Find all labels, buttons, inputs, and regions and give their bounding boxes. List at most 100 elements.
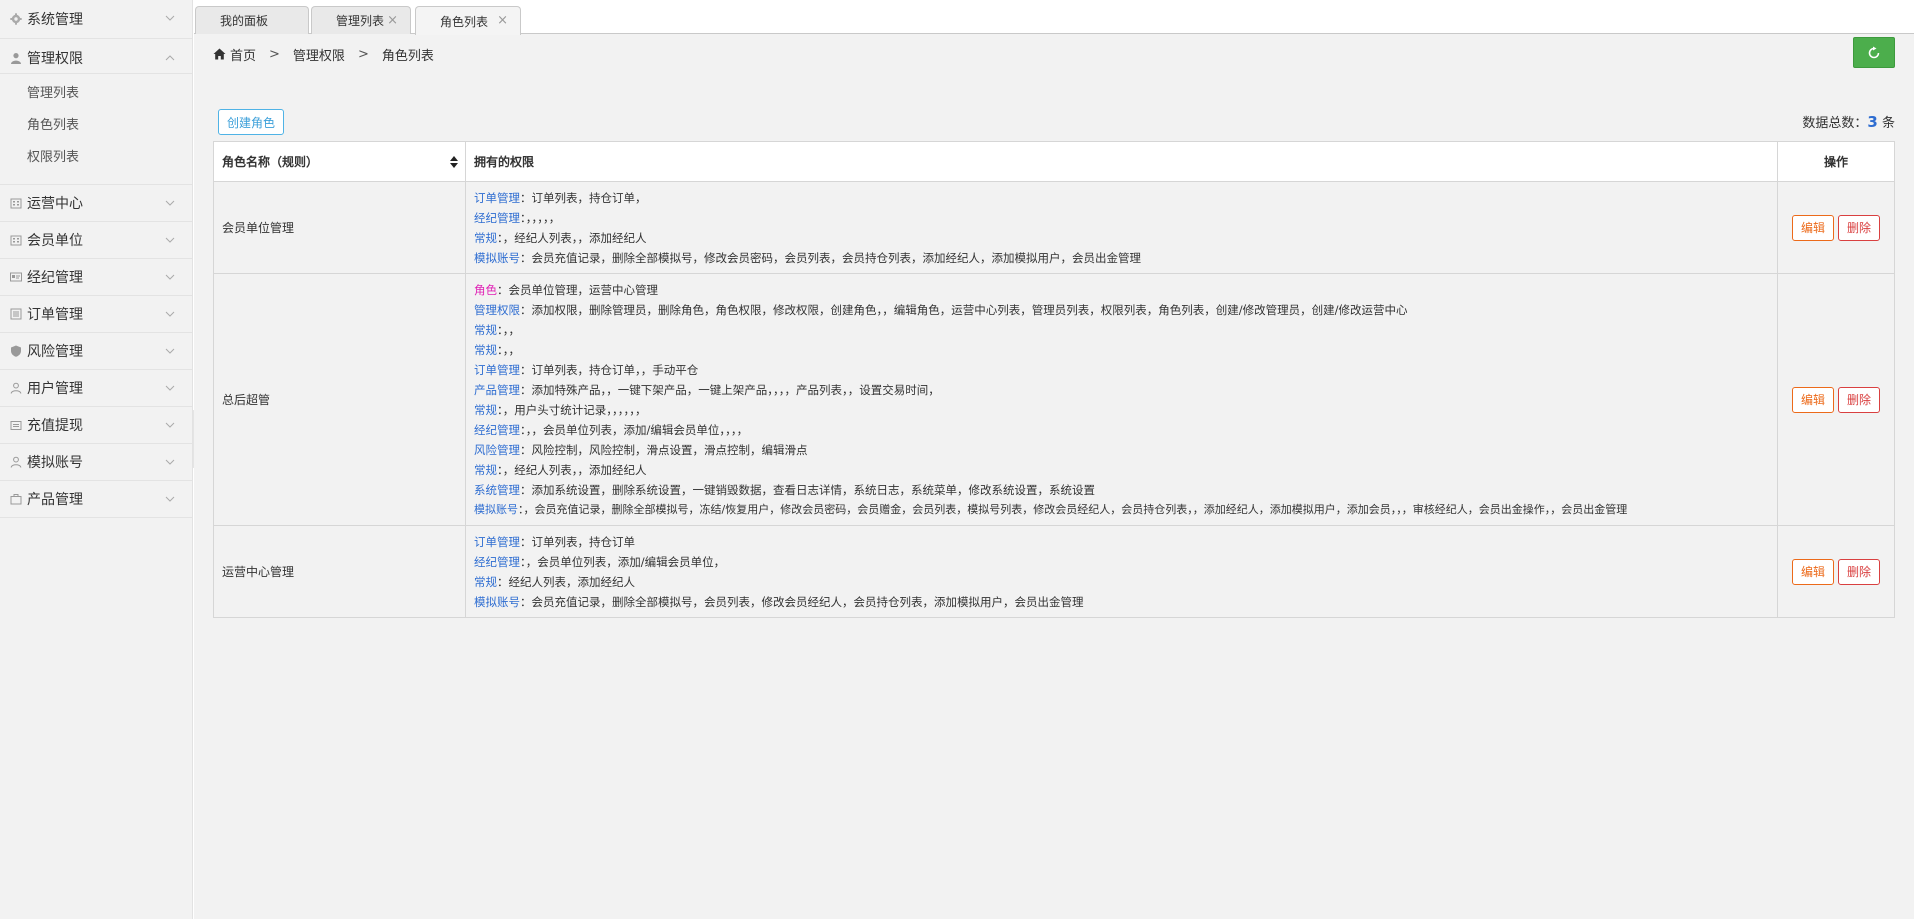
- perm-line: 模拟账号：会员充值记录，删除全部模拟号，会员列表，修改会员经纪人，会员持仓列表，…: [474, 592, 1769, 612]
- sidebar-subitem-permission-list[interactable]: 权限列表: [0, 142, 192, 174]
- perm-line: 管理权限：添加权限，删除管理员，删除角色，角色权限，修改权限，创建角色，，编辑角…: [474, 300, 1769, 320]
- perm-text: ：，经纪人列表，，添加经纪人: [497, 463, 647, 477]
- tab-admin-list[interactable]: 管理列表 ×: [311, 6, 411, 34]
- sidebar-item-users[interactable]: 用户管理: [0, 370, 192, 407]
- total-prefix: 数据总数：: [1802, 116, 1868, 131]
- refresh-button[interactable]: [1853, 37, 1895, 68]
- total-count: 数据总数：3 条: [1802, 112, 1895, 131]
- perm-text: ：订单列表，持仓订单，: [520, 191, 647, 205]
- chevron-up-icon: [165, 55, 175, 61]
- total-count-value: 3: [1867, 113, 1878, 131]
- perm-key: 订单管理: [474, 535, 520, 549]
- sidebar-item-label: 运营中心: [27, 196, 83, 212]
- column-header-name[interactable]: 角色名称（规则）: [213, 141, 466, 182]
- sidebar-submenu: 管理列表 角色列表 权限列表: [0, 73, 192, 185]
- perm-text: ：，会员充值记录，删除全部模拟号，冻结/恢复用户，修改会员密码，会员赠金，会员列…: [518, 503, 1628, 516]
- sidebar-item-label: 经纪管理: [27, 270, 83, 286]
- roles-table: 角色名称（规则） 拥有的权限 操作 会员单位管理 订单管理：订单列表，持仓订单，…: [213, 141, 1895, 618]
- id-card-icon: [9, 270, 23, 284]
- perm-key: 角色: [474, 283, 497, 297]
- table-row: 总后超管 角色：会员单位管理，运营中心管理 管理权限：添加权限，删除管理员，删除…: [213, 273, 1895, 526]
- sidebar-item-label: 模拟账号: [27, 455, 83, 471]
- sidebar: 系统管理 管理权限 管理列表 角色列表 权限列表 运营中心 会员单位 经纪管理 …: [0, 0, 193, 919]
- gear-icon: [9, 12, 23, 26]
- sidebar-item-member-unit[interactable]: 会员单位: [0, 222, 192, 259]
- edit-button[interactable]: 编辑: [1792, 558, 1834, 585]
- user-icon: [9, 51, 23, 65]
- perm-text: ：经纪人列表，添加经纪人: [497, 575, 635, 589]
- chevron-down-icon: [165, 237, 175, 243]
- column-header-perms: 拥有的权限: [465, 141, 1778, 182]
- perm-text: ：风险控制，风险控制，滑点设置，滑点控制，编辑滑点: [520, 443, 808, 457]
- user-outline-icon: [9, 455, 23, 469]
- sidebar-item-orders[interactable]: 订单管理: [0, 296, 192, 333]
- role-name: 会员单位管理: [213, 181, 466, 274]
- sidebar-item-system[interactable]: 系统管理: [0, 0, 192, 39]
- sidebar-item-recharge[interactable]: 充值提现: [0, 407, 192, 444]
- perm-line: 模拟账号：，会员充值记录，删除全部模拟号，冻结/恢复用户，修改会员密码，会员赠金…: [474, 500, 1769, 520]
- create-role-button[interactable]: 创建角色: [218, 109, 284, 135]
- breadcrumb-home[interactable]: 首页: [230, 45, 256, 64]
- sidebar-item-label: 系统管理: [27, 12, 83, 28]
- perm-text: ：添加权限，删除管理员，删除角色，角色权限，修改权限，创建角色，，编辑角色，运营…: [520, 303, 1408, 317]
- close-icon[interactable]: ×: [387, 13, 398, 28]
- sidebar-item-permissions[interactable]: 管理权限: [0, 43, 192, 73]
- perm-line: 常规：，用户头寸统计记录，，，，，，: [474, 400, 1769, 420]
- sidebar-item-sim-account[interactable]: 模拟账号: [0, 444, 192, 481]
- tab-role-list[interactable]: 角色列表 ×: [415, 6, 521, 35]
- perm-text: ：添加特殊产品，，一键下架产品，一键上架产品，，，，产品列表，，设置交易时间，: [520, 383, 940, 397]
- sidebar-item-operations[interactable]: 运营中心: [0, 185, 192, 222]
- tab-dashboard[interactable]: 我的面板: [195, 6, 309, 34]
- perm-key: 常规: [474, 231, 497, 245]
- row-actions: 编辑 删除: [1777, 273, 1895, 526]
- perm-key: 常规: [474, 575, 497, 589]
- sidebar-item-products[interactable]: 产品管理: [0, 481, 192, 518]
- sidebar-item-label: 充值提现: [27, 418, 83, 434]
- role-name: 运营中心管理: [213, 525, 466, 618]
- perm-line: 系统管理：添加系统设置，删除系统设置，一键销毁数据，查看日志详情，系统日志，系统…: [474, 480, 1769, 500]
- perm-line: 模拟账号：会员充值记录，删除全部模拟号，修改会员密码，会员列表，会员持仓列表，添…: [474, 248, 1769, 268]
- sidebar-item-label: 订单管理: [27, 307, 83, 323]
- breadcrumb-separator: >: [357, 46, 369, 62]
- perm-text: ：订单列表，持仓订单，，手动平仓: [520, 363, 699, 377]
- perm-text: ：，经纪人列表，，添加经纪人: [497, 231, 647, 245]
- chevron-down-icon: [165, 459, 175, 465]
- perm-text: ：，，会员单位列表，添加/编辑会员单位，，，，: [520, 423, 749, 437]
- shield-icon: [9, 344, 23, 358]
- sidebar-subitem-admin-list[interactable]: 管理列表: [0, 78, 192, 110]
- home-icon: [213, 48, 226, 60]
- perm-key: 系统管理: [474, 483, 520, 497]
- delete-button[interactable]: 删除: [1838, 386, 1880, 413]
- delete-button[interactable]: 删除: [1838, 558, 1880, 585]
- perm-text: ：会员单位管理，运营中心管理: [497, 283, 658, 297]
- perm-key: 模拟账号: [474, 503, 518, 516]
- edit-button[interactable]: 编辑: [1792, 214, 1834, 241]
- role-permissions: 订单管理：订单列表，持仓订单 经纪管理：，会员单位列表，添加/编辑会员单位， 常…: [465, 525, 1778, 618]
- sidebar-item-label: 风险管理: [27, 344, 83, 360]
- role-permissions: 订单管理：订单列表，持仓订单， 经纪管理：，，，，， 常规：，经纪人列表，，添加…: [465, 181, 1778, 274]
- perm-key: 经纪管理: [474, 423, 520, 437]
- perm-line: 订单管理：订单列表，持仓订单，，手动平仓: [474, 360, 1769, 380]
- perm-text: ：，，: [497, 343, 520, 357]
- sidebar-item-label: 管理权限: [27, 51, 83, 67]
- perm-text: ：会员充值记录，删除全部模拟号，会员列表，修改会员经纪人，会员持仓列表，添加模拟…: [520, 595, 1084, 609]
- close-icon[interactable]: ×: [497, 13, 508, 28]
- toolbar: 创建角色 数据总数：3 条: [194, 74, 1914, 140]
- perm-text: ：，，: [497, 323, 520, 337]
- perm-text: ：，会员单位列表，添加/编辑会员单位，: [520, 555, 726, 569]
- perm-line: 订单管理：订单列表，持仓订单，: [474, 188, 1769, 208]
- building-icon: [9, 233, 23, 247]
- role-permissions: 角色：会员单位管理，运营中心管理 管理权限：添加权限，删除管理员，删除角色，角色…: [465, 273, 1778, 526]
- breadcrumb-level1[interactable]: 管理权限: [293, 45, 345, 64]
- delete-button[interactable]: 删除: [1838, 214, 1880, 241]
- row-actions: 编辑 删除: [1777, 181, 1895, 274]
- sidebar-item-broker[interactable]: 经纪管理: [0, 259, 192, 296]
- edit-button[interactable]: 编辑: [1792, 386, 1834, 413]
- sort-icon[interactable]: [449, 155, 459, 169]
- sidebar-subitem-role-list[interactable]: 角色列表: [0, 110, 192, 142]
- perm-key: 订单管理: [474, 191, 520, 205]
- perm-line: 角色：会员单位管理，运营中心管理: [474, 280, 1769, 300]
- perm-key: 经纪管理: [474, 555, 520, 569]
- perm-text: ：添加系统设置，删除系统设置，一键销毁数据，查看日志详情，系统日志，系统菜单，修…: [520, 483, 1095, 497]
- sidebar-item-risk[interactable]: 风险管理: [0, 333, 192, 370]
